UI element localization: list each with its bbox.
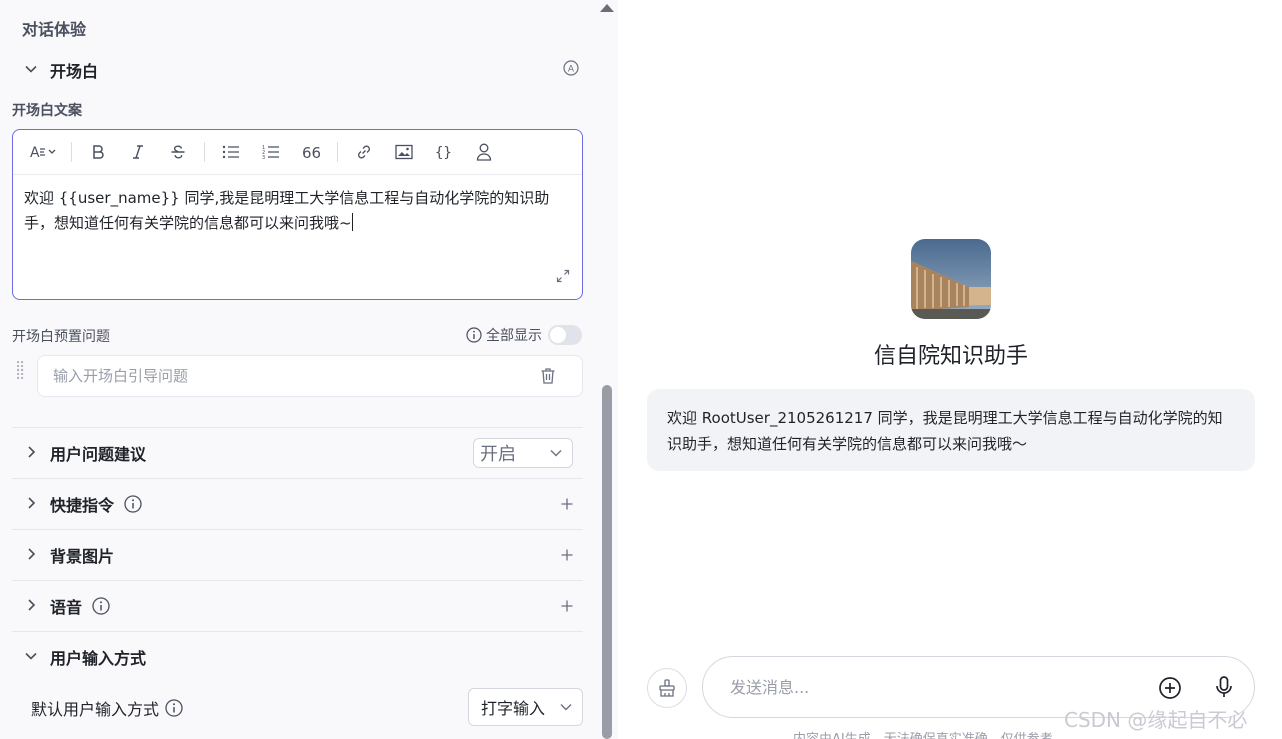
select-value: 打字输入 xyxy=(481,699,546,718)
show-all-label: 全部显示 xyxy=(486,328,542,344)
chevron-down-icon xyxy=(550,446,562,460)
config-panel: 对话体验 开场白 A 开场白文案 A 1 2 3 66 {} 欢迎 {{user… xyxy=(0,0,618,739)
shortcut-row[interactable]: 快捷指令 xyxy=(12,479,583,529)
bullet-list-icon[interactable] xyxy=(211,136,251,168)
editor-content[interactable]: 欢迎 {{user_name}} 同学,我是昆明理工大学信息工程与自动化学院的知… xyxy=(24,186,576,236)
font-size-icon[interactable]: A xyxy=(21,136,65,168)
select-value: 开启 xyxy=(480,444,516,465)
clear-history-button[interactable] xyxy=(647,668,687,708)
plus-icon[interactable] xyxy=(561,494,573,515)
italic-icon[interactable] xyxy=(118,136,158,168)
watermark: CSDN @缘起自不必 xyxy=(1064,708,1248,732)
row-label: 用户问题建议 xyxy=(50,445,147,464)
input-mode-select[interactable]: 打字输入 xyxy=(468,688,583,726)
bold-icon[interactable] xyxy=(78,136,118,168)
drag-handle-icon[interactable]: ⠿ ⠿ xyxy=(15,361,26,383)
variable-icon[interactable]: {} xyxy=(424,136,464,168)
strikethrough-icon[interactable] xyxy=(158,136,198,168)
opening-section-header[interactable]: 开场白 A xyxy=(12,45,583,95)
opening-title: 开场白 xyxy=(50,62,99,81)
ordered-list-icon[interactable]: 123 xyxy=(251,136,291,168)
svg-text:A: A xyxy=(30,145,40,160)
preset-question-field[interactable] xyxy=(37,355,583,397)
voice-row[interactable]: 语音 xyxy=(12,581,583,631)
broom-icon xyxy=(657,678,677,698)
background-image-row[interactable]: 背景图片 xyxy=(12,530,583,580)
suggestion-select[interactable]: 开启 xyxy=(473,438,573,468)
text-caret xyxy=(351,213,353,231)
info-icon[interactable] xyxy=(124,495,142,513)
preset-question-input[interactable] xyxy=(53,367,513,385)
toolbar-divider xyxy=(204,142,205,162)
scroll-up-arrow-icon[interactable] xyxy=(600,4,614,12)
user-icon[interactable] xyxy=(464,136,504,168)
row-label: 快捷指令 xyxy=(50,496,115,515)
auto-badge-icon[interactable]: A xyxy=(563,59,579,81)
show-all-toggle-group: 全部显示 xyxy=(466,325,582,345)
row-label: 用户输入方式 xyxy=(50,649,147,668)
editor-text: 欢迎 {{user_name}} 同学,我是昆明理工大学信息工程与自动化学院的知… xyxy=(24,189,550,232)
add-circle-icon[interactable] xyxy=(1158,676,1182,704)
preset-questions-label: 开场白预置问题 xyxy=(12,329,110,345)
info-icon[interactable] xyxy=(466,327,482,343)
toolbar-divider xyxy=(71,142,72,162)
user-question-suggestion-row[interactable]: 用户问题建议 开启 xyxy=(12,428,583,478)
chevron-down-icon[interactable] xyxy=(12,61,50,80)
svg-text:{}: {} xyxy=(435,145,452,160)
chevron-right-icon[interactable] xyxy=(12,444,50,463)
chevron-down-icon xyxy=(560,700,572,714)
trash-icon[interactable] xyxy=(540,367,556,389)
greeting-bubble: 欢迎 RootUser_2105261217 同学，我是昆明理工大学信息工程与自… xyxy=(647,389,1255,471)
microphone-icon[interactable] xyxy=(1214,675,1234,703)
plus-icon[interactable] xyxy=(561,596,573,617)
svg-text:3: 3 xyxy=(262,155,265,160)
image-icon[interactable] xyxy=(384,136,424,168)
chevron-right-icon[interactable] xyxy=(12,546,50,565)
link-icon[interactable] xyxy=(344,136,384,168)
toolbar-divider xyxy=(337,142,338,162)
expand-icon[interactable] xyxy=(556,268,570,287)
ai-disclaimer: 内容由AI生成，无法确保真实准确，仅供参考 xyxy=(793,728,1053,739)
show-all-toggle[interactable] xyxy=(548,325,582,345)
default-input-mode-label-group: 默认用户输入方式 xyxy=(31,696,183,720)
editor-toolbar: A 123 66 {} xyxy=(13,130,582,175)
svg-text:66: 66 xyxy=(302,145,320,159)
user-input-mode-row[interactable]: 用户输入方式 xyxy=(12,632,583,682)
chevron-right-icon[interactable] xyxy=(12,597,50,616)
scrollbar[interactable] xyxy=(602,385,612,739)
opening-editor[interactable]: A 123 66 {} 欢迎 {{user_name}} 同学,我是昆明理工大学… xyxy=(12,129,583,300)
row-label: 语音 xyxy=(50,598,83,617)
chevron-down-icon[interactable] xyxy=(12,648,50,667)
quote-icon[interactable]: 66 xyxy=(291,136,331,168)
opening-copy-label: 开场白文案 xyxy=(12,103,82,119)
section-title: 对话体验 xyxy=(22,20,87,39)
info-icon[interactable] xyxy=(165,699,183,717)
chevron-right-icon[interactable] xyxy=(12,495,50,514)
toggle-knob xyxy=(550,327,566,343)
info-icon[interactable] xyxy=(92,597,110,615)
row-label: 背景图片 xyxy=(50,547,115,566)
bot-name: 信自院知识助手 xyxy=(873,344,1028,369)
bot-avatar xyxy=(911,239,991,319)
default-input-mode-label: 默认用户输入方式 xyxy=(31,700,160,719)
svg-text:A: A xyxy=(568,64,575,74)
message-input[interactable] xyxy=(730,677,1130,697)
plus-icon[interactable] xyxy=(561,545,573,566)
